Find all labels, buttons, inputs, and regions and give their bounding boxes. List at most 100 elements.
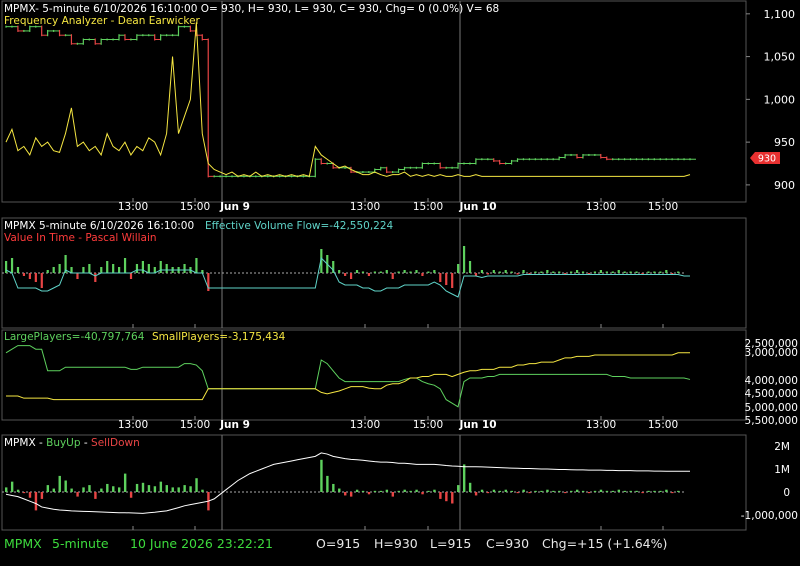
x-tick-label: 13:00: [118, 419, 148, 431]
buyup-dash: -: [84, 437, 88, 449]
pane-frame: [1, 434, 747, 531]
x-tick-label: 15:00: [648, 201, 678, 213]
evf-bar: [558, 271, 561, 273]
last-price-badge: 930: [750, 152, 780, 165]
evf-bar: [100, 267, 103, 273]
flow-pane-symbol: MPMX 5-minute 6/10/2026 16:10:00: [4, 220, 194, 232]
evf-bar: [361, 271, 365, 273]
buyup-selldown-bar: [46, 485, 50, 492]
buyup-selldown-bar: [659, 490, 662, 492]
large-players-label: LargePlayers=-40,797,764: [4, 331, 145, 343]
x-tick-label: 15:00: [180, 419, 210, 431]
small-players-line: [6, 352, 690, 401]
y-tick-label: 1,100: [764, 8, 796, 21]
evf-bar: [659, 271, 662, 273]
x-tick-label: Jun 9: [219, 201, 250, 213]
buyup-selldown-bar: [52, 488, 55, 492]
buyup-selldown-bar: [64, 480, 67, 492]
evf-bar: [647, 271, 650, 273]
buyup-selldown-bar: [82, 487, 85, 492]
evf-bar: [355, 270, 359, 273]
buyup-symbol: MPMX -: [4, 437, 46, 449]
x-tick-label: Jun 10: [458, 201, 496, 213]
buyup-selldown-bar: [439, 492, 442, 499]
buyup-selldown-bar: [474, 492, 478, 496]
effective-volume-flow-label: Effective Volume Flow=-42,550,224: [205, 220, 394, 232]
evf-bar: [629, 271, 632, 273]
buyup-selldown-bar: [94, 492, 97, 499]
buyup-selldown-bar: [605, 490, 609, 492]
y-tick-label: 1,000: [764, 93, 796, 106]
buyup-label: BuyUp: [46, 437, 81, 449]
buyup-selldown-bar: [344, 492, 347, 496]
status-symbol: MPMX: [4, 536, 42, 551]
evf-bar: [183, 264, 186, 273]
x-tick-label: 15:00: [180, 201, 210, 213]
y-tick-label: 5,500,000: [745, 415, 798, 427]
buyup-selldown-bar: [58, 475, 61, 492]
buyup-selldown-bar: [195, 478, 198, 492]
buyup-selldown-bar: [510, 490, 513, 492]
buyup-selldown-bar: [647, 490, 650, 492]
buyup-selldown-bar: [123, 473, 127, 492]
evf-bar: [391, 273, 394, 279]
evf-bar: [88, 264, 91, 273]
evf-bar: [516, 273, 519, 275]
buyup-selldown-bar: [100, 488, 103, 492]
buyup-selldown-bar: [575, 489, 579, 492]
evf-bar: [34, 273, 37, 282]
buyup-selldown-bar: [355, 489, 359, 492]
buyup-selldown-bar: [504, 489, 508, 492]
buyup-selldown-bar: [427, 490, 430, 492]
x-tick-label: 13:00: [350, 419, 380, 431]
buyup-selldown-bar: [593, 490, 597, 492]
y-tick-label: 3,000,000: [745, 347, 798, 359]
buyup-selldown-bar: [552, 490, 555, 492]
evf-bar: [112, 264, 115, 273]
evf-bar: [344, 273, 347, 276]
evf-bar: [468, 261, 472, 273]
evf-bar: [379, 271, 382, 273]
evf-bar: [385, 270, 388, 273]
evf-bar: [462, 246, 466, 273]
buyup-selldown-bar: [22, 492, 26, 494]
buyup-selldown-bar: [445, 492, 448, 502]
buyup-selldown-bar: [587, 492, 591, 494]
buyup-selldown-bar: [665, 489, 668, 492]
evf-bar: [129, 273, 133, 279]
evf-bar: [40, 273, 43, 288]
evf-bar: [135, 264, 139, 273]
small-players-label: SmallPlayers=-3,175,434: [152, 331, 286, 343]
evf-bar: [510, 271, 513, 273]
evf-bar: [52, 267, 55, 273]
frequency-analyzer-line: [5, 22, 691, 177]
evf-bar: [546, 270, 549, 273]
buyup-selldown-bar: [34, 492, 38, 511]
buyup-selldown-bar: [599, 489, 603, 492]
status-close: C=930: [486, 536, 530, 551]
buyup-selldown-bar: [462, 464, 466, 492]
buyup-selldown-bar: [338, 488, 341, 492]
buyup-selldown-bar: [147, 485, 151, 492]
evf-bar: [123, 258, 127, 273]
buyup-selldown-bar: [528, 492, 531, 494]
buyup-selldown-bar: [385, 489, 389, 492]
trading-chart[interactable]: 13:00 15:00 Jun 9 13:00 15:00 Jun 10 13:00 15:0…: [0, 0, 800, 562]
evf-bar: [445, 273, 448, 285]
buyup-selldown-bar: [451, 492, 454, 504]
x-tick-label: 13:00: [350, 201, 380, 213]
evf-bar: [498, 271, 501, 273]
status-datetime: 10 June 2026 23:22:21: [130, 536, 273, 551]
evf-bar: [439, 273, 442, 282]
buyup-selldown-bar: [415, 489, 418, 492]
value-in-time-label: Value In Time - Pascal Willain: [4, 232, 157, 244]
large-players-line: [5, 345, 691, 408]
y-tick-label: 0: [783, 487, 790, 499]
y-tick-label: 1M: [774, 464, 790, 476]
buyup-selldown-bar: [320, 459, 323, 492]
buyup-selldown-bar: [10, 481, 14, 492]
evf-bar: [540, 271, 543, 273]
buyup-selldown-bar: [397, 490, 400, 492]
buyup-selldown-bar: [28, 492, 32, 498]
evf-bar: [373, 271, 376, 273]
